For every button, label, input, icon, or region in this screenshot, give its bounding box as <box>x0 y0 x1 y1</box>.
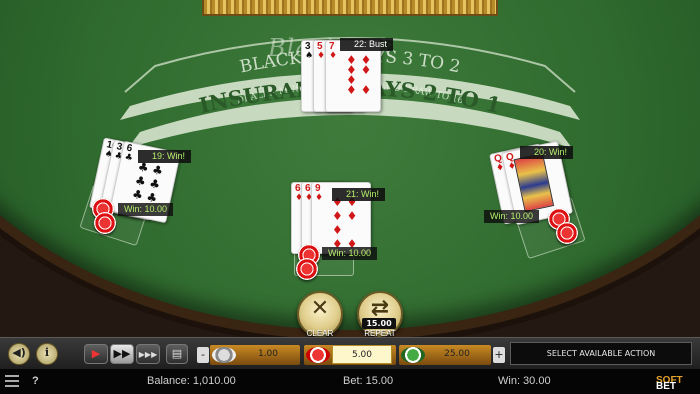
info-button[interactable]: i <box>36 343 58 365</box>
help-button[interactable]: ? <box>32 375 39 387</box>
faster-icon: ▶▶▶ <box>138 350 158 359</box>
win-chip <box>94 212 116 234</box>
speaker-icon: ◀) <box>12 346 26 359</box>
balance-display: Balance: 1,010.00 <box>147 375 236 387</box>
chip-1-value[interactable]: 1.00 <box>240 345 296 364</box>
chip-stack-button[interactable]: ▤ <box>166 344 188 364</box>
hand-2-score-tag: 21: Win! <box>332 188 386 201</box>
chip-3-value[interactable]: 25.00 <box>428 345 486 364</box>
queen-face-art <box>513 153 555 213</box>
chip-increase-button[interactable]: + <box>493 347 505 363</box>
chip-25-icon <box>401 347 425 363</box>
hand-1-win-tag: Win: 10.00 <box>118 203 174 216</box>
speed-normal-button[interactable]: ▶ <box>84 344 108 364</box>
bet-display: Bet: 15.00 <box>343 375 394 387</box>
chip-5-icon <box>306 347 330 363</box>
sound-button[interactable]: ◀) <box>8 343 30 365</box>
fast-forward-icon: ▶▶ <box>113 347 131 360</box>
chip-2-value[interactable]: 5.00 <box>332 345 392 364</box>
x-icon: ✕ <box>310 296 330 321</box>
win-chip <box>556 222 578 244</box>
betsoft-logo: BET SOFT <box>656 375 683 392</box>
hand-1-score-tag: 19: Win! <box>138 150 192 163</box>
action-prompt: SELECT AVAILABLE ACTION <box>510 342 692 365</box>
hand-2-win-tag: Win: 10.00 <box>322 247 378 260</box>
hand-3-win-tag: Win: 10.00 <box>484 210 540 223</box>
chip-stack-icon: ▤ <box>171 347 183 360</box>
status-bar: ? Balance: 1,010.00 Bet: 15.00 Win: 30.0… <box>0 369 700 394</box>
dealer-score-tag: 22: Bust <box>340 38 394 51</box>
game-stage: Blackjack BLACKJACK PAYS 3 TO 2 DEALER M… <box>0 0 700 394</box>
control-bar: ◀) i ▶ ▶▶ ▶▶▶ ▤ - 1.00 5.00 25.00 + SELE… <box>0 337 700 369</box>
chip-decrease-button[interactable]: - <box>197 347 209 363</box>
repeat-amount: 15.00 <box>362 318 396 329</box>
hand-3-score-tag: 20: Win! <box>520 146 574 159</box>
hamburger-menu-icon[interactable] <box>5 375 19 387</box>
win-chip <box>296 258 318 280</box>
speed-faster-button[interactable]: ▶▶▶ <box>136 344 160 364</box>
info-icon: i <box>44 346 50 359</box>
speed-fast-button[interactable]: ▶▶ <box>110 344 134 364</box>
chip-1-icon <box>212 347 236 363</box>
play-icon: ▶ <box>91 347 101 360</box>
win-display: Win: 30.00 <box>498 375 551 387</box>
